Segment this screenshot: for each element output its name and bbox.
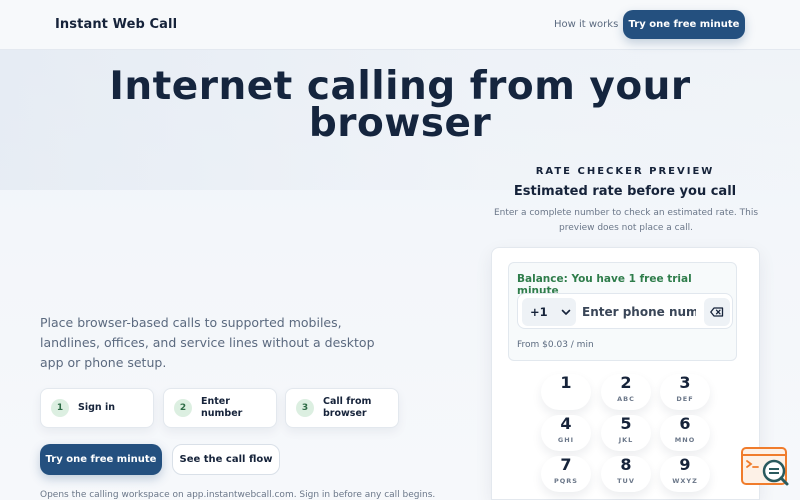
hero-subtitle: Place browser-based calls to supported m… [40,315,375,370]
dialer-card: Balance: You have 1 free trial minute +1… [491,247,760,500]
step-number: 1 [51,399,69,417]
step-label-line-2: number [201,408,243,419]
country-code-value: +1 [530,305,548,319]
search-code-icon[interactable] [740,446,792,488]
dial-key-letters: ABC [617,395,635,403]
step-number: 3 [296,399,314,417]
dial-key-8[interactable]: 8 TUV [601,456,651,492]
dial-key-letters: JKL [618,436,634,444]
step-label-line-1: Call from [323,396,372,407]
dial-key-letters: MNO [674,436,696,444]
dialer-input-panel: Balance: You have 1 free trial minute +1… [508,262,737,361]
chevron-down-icon [561,309,571,315]
dial-key-digit: 7 [560,455,572,474]
step-label: Enter number [201,396,242,420]
dial-key-digit: 2 [620,373,632,392]
step-sign-in: 1 Sign in [40,388,154,428]
dial-key-1[interactable]: 1 [541,374,591,410]
hero-title: Internet calling from your browser [50,67,750,143]
dial-key-letters: WXYZ [672,477,698,485]
step-call-from-browser: 3 Call from browser [285,388,399,428]
dial-key-letters: GHI [557,436,575,444]
hero-footnote: Opens the calling workspace on app.insta… [40,490,436,500]
dial-key-digit: 1 [560,373,572,392]
dial-key-letters: DEF [676,395,694,403]
dial-key-digit: 3 [679,373,691,392]
top-nav-bar: Instant Web Call How it works Try one fr… [0,0,800,50]
dial-key-digit: 4 [560,414,572,433]
dial-key-digit: 9 [679,455,691,474]
dial-key-3[interactable]: 3 DEF [660,374,710,410]
dial-key-9[interactable]: 9 WXYZ [660,456,710,492]
dial-key-letters: PQRS [554,477,578,485]
dial-key-2[interactable]: 2 ABC [601,374,651,410]
step-number: 2 [174,399,192,417]
dial-key-digit: 5 [620,414,632,433]
step-label-line-1: Enter [201,396,230,407]
phone-number-input[interactable] [582,299,696,325]
backspace-icon [710,307,724,317]
nav-link-how-it-works[interactable]: How it works [554,19,618,30]
nav-free-minute-button[interactable]: Try one free minute [623,10,745,39]
step-enter-number: 2 Enter number [163,388,277,428]
dial-key-4[interactable]: 4 GHI [541,415,591,451]
rate-text: From $0.03 / min [517,340,594,350]
brand-name[interactable]: Instant Web Call [55,17,177,32]
phone-input-row: +1 [517,293,733,329]
rate-checker-description: Enter a complete number to check an esti… [493,208,759,233]
backspace-button[interactable] [704,298,730,326]
dial-key-7[interactable]: 7 PQRS [541,456,591,492]
step-label: Call from browser [323,396,371,420]
dial-key-digit: 8 [620,455,632,474]
see-call-flow-button[interactable]: See the call flow [172,444,280,475]
dial-key-6[interactable]: 6 MNO [660,415,710,451]
step-label: Sign in [78,402,115,413]
rate-checker-title: Estimated rate before you call [513,184,737,199]
hero-title-line-2: browser [308,101,492,146]
dial-key-digit: 6 [679,414,691,433]
dial-key-5[interactable]: 5 JKL [601,415,651,451]
step-label-line-2: browser [323,408,367,419]
country-code-select[interactable]: +1 [522,298,576,326]
try-free-minute-button[interactable]: Try one free minute [40,444,162,475]
rate-checker-kicker: RATE CHECKER PREVIEW [535,166,715,177]
dial-key-letters: TUV [617,477,635,485]
